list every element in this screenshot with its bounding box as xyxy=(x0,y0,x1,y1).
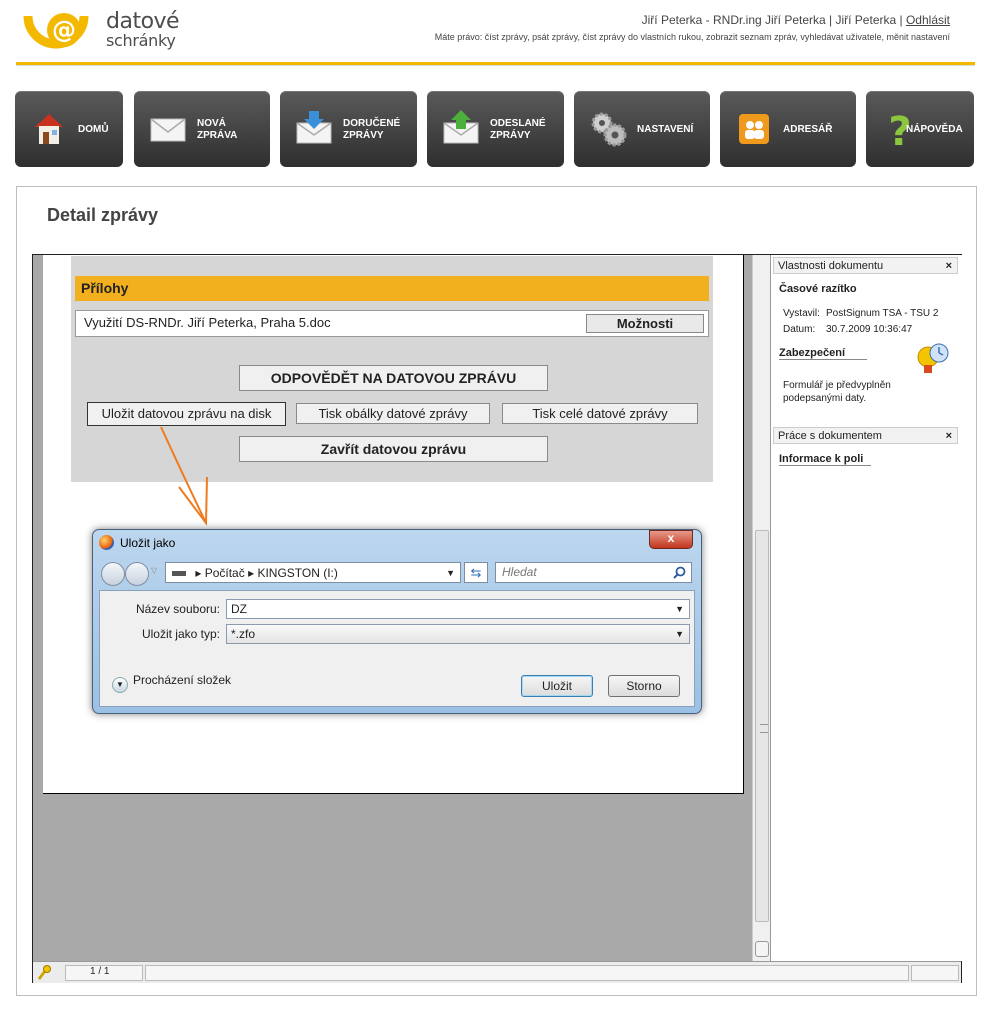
path-computer[interactable]: Počítač xyxy=(205,566,245,580)
browse-folders-toggle[interactable]: ▼ Procházení složek xyxy=(112,673,231,693)
properties-header: Vlastnosti dokumentu × xyxy=(773,257,958,274)
signature-status-icon[interactable] xyxy=(36,964,52,980)
nav-addressbook-button[interactable]: ADRESÁŘ xyxy=(720,91,856,167)
dialog-cancel-button[interactable]: Storno xyxy=(608,675,680,697)
dialog-body: Název souboru: DZ ▼ Uložit jako typ: *.z… xyxy=(99,590,695,707)
document-properties-panel: Vlastnosti dokumentu × Časové razítko Vy… xyxy=(770,255,962,961)
seal-icon xyxy=(917,343,949,373)
address-toolbar: ▽ ▸ Počítač ▸ KINGSTON (I:) ▼ ⇆ Hledat xyxy=(101,560,693,586)
logo-text: datové schránky xyxy=(106,9,180,51)
security-title: Zabezpečení xyxy=(779,347,867,360)
firefox-icon xyxy=(99,535,114,550)
work-header: Práce s dokumentem × xyxy=(773,427,958,444)
close-icon[interactable]: × xyxy=(946,258,952,274)
expand-icon: ▼ xyxy=(112,677,128,693)
forward-button[interactable] xyxy=(125,562,149,586)
filename-value: DZ xyxy=(231,602,247,616)
security-text: Formulář je předvyplněn podepsanými daty… xyxy=(783,380,891,404)
search-placeholder: Hledat xyxy=(502,565,537,579)
page-title: Detail zprávy xyxy=(47,205,159,225)
vertical-scrollbar[interactable] xyxy=(752,255,770,961)
path-drive[interactable]: KINGSTON (I:) xyxy=(257,566,337,580)
filename-label: Název souboru: xyxy=(135,602,220,616)
browse-folders-label: Procházení složek xyxy=(133,673,232,687)
logo-line2: schránky xyxy=(106,31,176,50)
logo-line1: datové xyxy=(106,9,180,34)
save-as-dialog: Uložit jako x ▽ ▸ Počítač ▸ KINGSTON (I:… xyxy=(92,529,702,714)
nav-settings-button[interactable]: NASTAVENÍ xyxy=(574,91,710,167)
document-viewer: Přílohy Využití DS-RNDr. Jiří Peterka, P… xyxy=(32,254,962,983)
scrollbar-grip xyxy=(760,724,768,733)
dialog-save-button[interactable]: Uložit xyxy=(521,675,593,697)
gears-icon xyxy=(591,112,627,147)
close-icon[interactable]: × xyxy=(946,428,952,444)
main-panel: Detail zprávy Přílohy Využití DS-RNDr. J… xyxy=(16,186,977,996)
envelope-icon xyxy=(150,118,186,142)
nav-sent-label: ODESLANÉ ZPRÁVY xyxy=(490,118,546,141)
nav-new-message-button[interactable]: NOVÁ ZPRÁVA xyxy=(134,91,270,167)
nav-addressbook-label: ADRESÁŘ xyxy=(783,124,833,135)
nav-home-label: DOMŮ xyxy=(78,124,109,135)
nav-settings-label: NASTAVENÍ xyxy=(637,124,694,135)
dialog-title: Uložit jako xyxy=(120,536,176,550)
logo[interactable]: @ datové schránky xyxy=(16,4,186,56)
outbox-upload-icon xyxy=(443,110,479,144)
status-bar: 1 / 1 xyxy=(33,961,961,983)
nav-help-label: NÁPOVĚDA xyxy=(906,124,963,135)
status-message xyxy=(145,965,909,981)
issuer-value: PostSignum TSA - TSU 2 xyxy=(826,308,939,319)
field-info-link[interactable]: Informace k poli xyxy=(779,453,871,466)
logo-at-icon: @ xyxy=(23,13,89,49)
nav-home-button[interactable]: DOMŮ xyxy=(15,91,123,167)
filetype-value: *.zfo xyxy=(231,627,256,641)
filetype-label: Uložit jako typ: xyxy=(141,627,220,641)
properties-header-label: Vlastnosti dokumentu xyxy=(778,260,884,272)
contacts-icon xyxy=(739,114,769,144)
annotation-arrow xyxy=(160,426,208,526)
home-icon xyxy=(35,114,63,144)
path-separator-icon: ▸ xyxy=(195,566,205,580)
filetype-select[interactable]: *.zfo ▼ xyxy=(226,624,690,644)
work-header-label: Práce s dokumentem xyxy=(778,430,882,442)
refresh-icon[interactable]: ⇆ xyxy=(464,562,488,583)
nav-received-button[interactable]: DORUČENÉ ZPRÁVY xyxy=(280,91,417,167)
search-input[interactable]: Hledat xyxy=(495,562,692,583)
rights-text: Máte právo: číst zprávy, psát zprávy, čí… xyxy=(434,32,950,42)
filename-input[interactable]: DZ ▼ xyxy=(226,599,690,619)
inbox-download-icon xyxy=(296,111,332,144)
drive-icon xyxy=(172,571,186,576)
chevron-down-icon[interactable]: ▼ xyxy=(675,625,684,643)
nav-received-label: DORUČENÉ ZPRÁVY xyxy=(343,118,401,141)
date-value: 30.7.2009 10:36:47 xyxy=(826,324,913,335)
user-info: Jiří Peterka - RNDr.ing Jiří Peterka | J… xyxy=(642,13,950,27)
scrollbar-thumb[interactable] xyxy=(755,530,769,922)
search-icon xyxy=(673,566,686,579)
page-indicator: 1 / 1 xyxy=(65,965,143,981)
address-dropdown-icon[interactable]: ▼ xyxy=(446,563,455,583)
scroll-down-button[interactable] xyxy=(755,941,769,957)
header-divider-shadow xyxy=(16,65,975,66)
user-name: Jiří Peterka - RNDr.ing Jiří Peterka | J… xyxy=(641,13,903,27)
issuer-label: Vystavil: xyxy=(783,308,820,319)
status-extra xyxy=(911,965,959,981)
date-label: Datum: xyxy=(783,324,816,335)
timestamp-title: Časové razítko xyxy=(779,283,857,295)
address-bar[interactable]: ▸ Počítač ▸ KINGSTON (I:) ▼ xyxy=(165,562,461,583)
svg-text:@: @ xyxy=(52,16,76,44)
back-button[interactable] xyxy=(101,562,125,586)
history-dropdown-icon[interactable]: ▽ xyxy=(151,566,157,575)
chevron-down-icon[interactable]: ▼ xyxy=(675,600,684,618)
page-number: 1 / 1 xyxy=(90,966,110,977)
logout-link[interactable]: Odhlásit xyxy=(906,13,950,27)
nav-sent-button[interactable]: ODESLANÉ ZPRÁVY xyxy=(427,91,564,167)
nav-new-message-label: NOVÁ ZPRÁVA xyxy=(197,118,238,141)
dialog-close-button[interactable]: x xyxy=(649,530,693,549)
nav-help-button[interactable]: ? NÁPOVĚDA xyxy=(866,91,974,167)
